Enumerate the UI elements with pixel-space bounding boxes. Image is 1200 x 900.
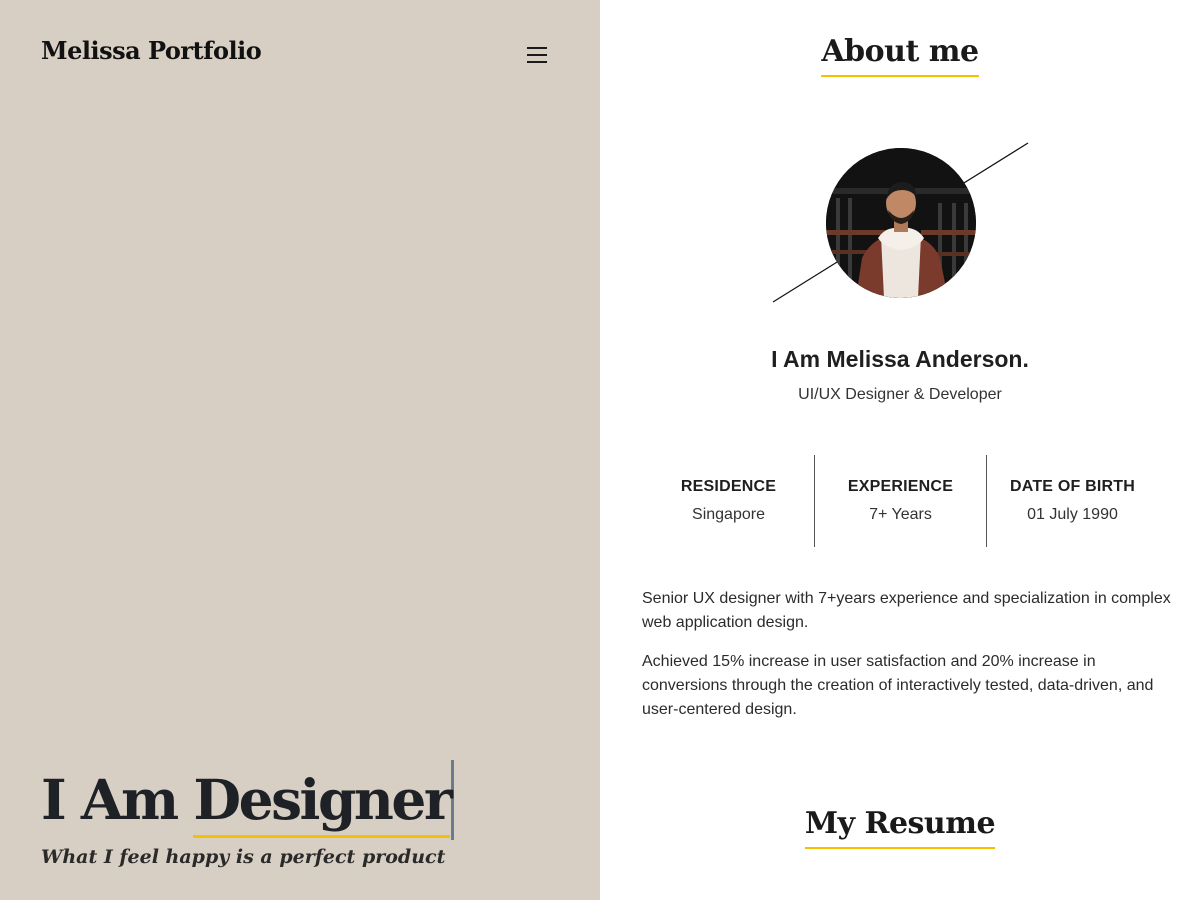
profile-role: UI/UX Designer & Developer — [798, 386, 1002, 403]
typing-caret — [451, 760, 455, 840]
menu-bar — [527, 47, 547, 49]
about-heading-text: About me — [821, 33, 979, 77]
avatar — [826, 148, 976, 298]
hero-subtitle: What I feel happy is a perfect product — [41, 846, 446, 868]
profile-name: I Am Melissa Anderson. — [771, 346, 1029, 372]
about-section: About me I Am Melissa Anderson. UI/UX De… — [600, 0, 1200, 900]
menu-bar — [527, 61, 547, 63]
profile-stats: RESIDENCE Singapore EXPERIENCE 7+ Years … — [643, 455, 1158, 547]
stat-label: DATE OF BIRTH — [1010, 478, 1135, 495]
bio-paragraph: Achieved 15% increase in user satisfacti… — [642, 653, 1154, 718]
stat-value: Singapore — [692, 506, 765, 523]
resume-heading: My Resume — [600, 805, 1200, 849]
menu-bar — [527, 54, 547, 56]
hamburger-menu-icon[interactable] — [524, 43, 550, 67]
resume-heading-text: My Resume — [804, 805, 996, 849]
stat-residence: RESIDENCE Singapore — [643, 455, 814, 547]
stat-label: RESIDENCE — [680, 478, 777, 495]
stat-value: 7+ Years — [869, 506, 932, 523]
hero-panel: Melissa Portfolio I Am Designer What I f… — [0, 0, 600, 900]
hero-typed-word: Designer — [193, 760, 453, 840]
hero-title-prefix: I Am — [41, 767, 194, 832]
stat-value: 01 July 1990 — [1027, 506, 1118, 523]
stat-label: EXPERIENCE — [847, 478, 954, 495]
page: Melissa Portfolio I Am Designer What I f… — [0, 0, 1200, 900]
stat-experience: EXPERIENCE 7+ Years — [814, 455, 986, 547]
hero-title: I Am Designer — [41, 760, 561, 840]
about-heading: About me — [600, 33, 1200, 77]
bio-text: Senior UX designer with 7+years experien… — [642, 587, 1172, 737]
bio-paragraph: Senior UX designer with 7+years experien… — [642, 590, 1171, 631]
avatar-portrait-image — [826, 148, 976, 298]
stat-date-of-birth: DATE OF BIRTH 01 July 1990 — [986, 455, 1158, 547]
profile-photo-area — [770, 140, 1030, 310]
hero-content: I Am Designer What I feel happy is a per… — [41, 760, 561, 868]
brand-logo[interactable]: Melissa Portfolio — [41, 36, 262, 65]
